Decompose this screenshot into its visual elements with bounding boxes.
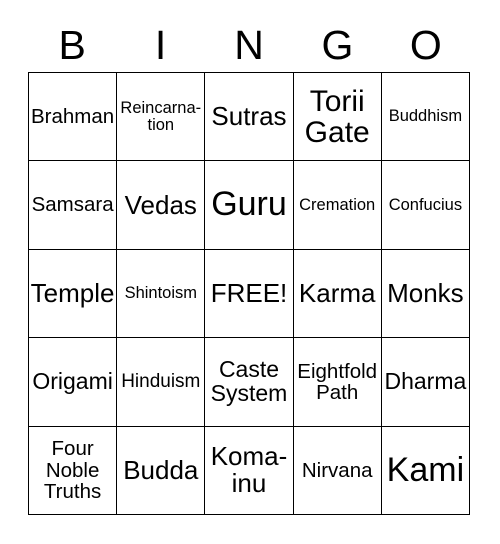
- bingo-cell-r2c4[interactable]: Cremation: [293, 161, 382, 250]
- bingo-cell-label: Temple: [30, 277, 115, 308]
- bingo-cell-r2c1[interactable]: Samsara: [29, 161, 118, 250]
- bingo-cell-r2c5[interactable]: Confucius: [381, 161, 470, 250]
- bingo-cell-label: Guru: [211, 185, 287, 224]
- bingo-cell-r3c1[interactable]: Temple: [29, 249, 118, 339]
- bingo-cell-r5c5[interactable]: Kami: [381, 426, 470, 515]
- bingo-header-letter-b: B: [58, 21, 86, 68]
- bingo-cell-label: Reincarna- tion: [120, 98, 202, 134]
- bingo-cell-label: Brahman: [31, 105, 115, 129]
- bingo-cell-r4c3[interactable]: Caste System: [205, 338, 294, 427]
- bingo-header-letter-n: N: [234, 21, 264, 68]
- bingo-cell-r3c5[interactable]: Monks: [381, 249, 470, 339]
- bingo-cell-r5c3[interactable]: Koma- inu: [205, 426, 294, 515]
- bingo-cell-label: Nirvana: [301, 458, 373, 482]
- bingo-header-letter-g: G: [321, 21, 354, 68]
- bingo-header-letter-o: O: [409, 21, 442, 68]
- bingo-cell-label: Hinduism: [121, 371, 201, 393]
- bingo-cell-r4c1[interactable]: Origami: [29, 338, 118, 427]
- bingo-cell-label: Dharma: [384, 367, 467, 394]
- bingo-cell-r4c4[interactable]: Eightfold Path: [293, 338, 382, 427]
- bingo-cell-r3c4[interactable]: Karma: [293, 249, 382, 339]
- bingo-cell-label: Torii Gate: [304, 84, 370, 149]
- bingo-cell-label: Samsara: [31, 193, 114, 217]
- bingo-cell-r1c3[interactable]: Sutras: [205, 73, 294, 162]
- bingo-cell-label: Four Noble Truths: [43, 437, 102, 503]
- bingo-cell-r1c5[interactable]: Buddhism: [381, 73, 470, 162]
- bingo-cell-label: Confucius: [388, 195, 463, 214]
- bingo-card: B I N G O Brahman Reincarna- tion Sutras To…: [0, 0, 500, 544]
- bingo-cell-label: Monks: [387, 277, 464, 308]
- bingo-cell-label: Shintoism: [124, 283, 198, 302]
- bingo-cell-r2c3[interactable]: Guru: [205, 161, 294, 250]
- bingo-cell-label: Eightfold Path: [297, 359, 378, 404]
- bingo-cell-r1c4[interactable]: Torii Gate: [293, 73, 382, 162]
- bingo-cell-r5c2[interactable]: Budda: [117, 426, 206, 515]
- bingo-header-letter-i: I: [154, 21, 167, 68]
- bingo-cell-r1c2[interactable]: Reincarna- tion: [117, 73, 206, 162]
- bingo-cell-r5c4[interactable]: Nirvana: [293, 426, 382, 515]
- bingo-cell-label: Cremation: [299, 195, 376, 214]
- bingo-cell-r3c2[interactable]: Shintoism: [117, 249, 206, 339]
- bingo-grid: Brahman Reincarna- tion Sutras Torii Gate Bu…: [28, 72, 470, 515]
- bingo-cell-label: Budda: [123, 454, 199, 485]
- bingo-cell-label: Buddhism: [388, 107, 463, 126]
- bingo-cell-label: Koma- inu: [210, 441, 288, 499]
- bingo-cell-label: FREE!: [210, 277, 288, 308]
- bingo-cell-r5c1[interactable]: Four Noble Truths: [29, 426, 118, 515]
- bingo-cell-label: Kami: [386, 450, 465, 489]
- bingo-cell-r2c2[interactable]: Vedas: [117, 161, 206, 250]
- bingo-cell-r4c2[interactable]: Hinduism: [117, 338, 206, 427]
- bingo-header-row: B I N G O: [28, 18, 470, 72]
- bingo-cell-r4c5[interactable]: Dharma: [381, 338, 470, 427]
- bingo-cell-r3c3[interactable]: FREE!: [205, 249, 294, 339]
- bingo-cell-label: Sutras: [211, 101, 287, 132]
- bingo-cell-label: Caste System: [210, 355, 288, 406]
- bingo-cell-label: Origami: [32, 367, 113, 394]
- bingo-cell-r1c1[interactable]: Brahman: [29, 73, 118, 162]
- bingo-cell-label: Karma: [298, 277, 376, 308]
- bingo-cell-label: Vedas: [124, 189, 197, 220]
